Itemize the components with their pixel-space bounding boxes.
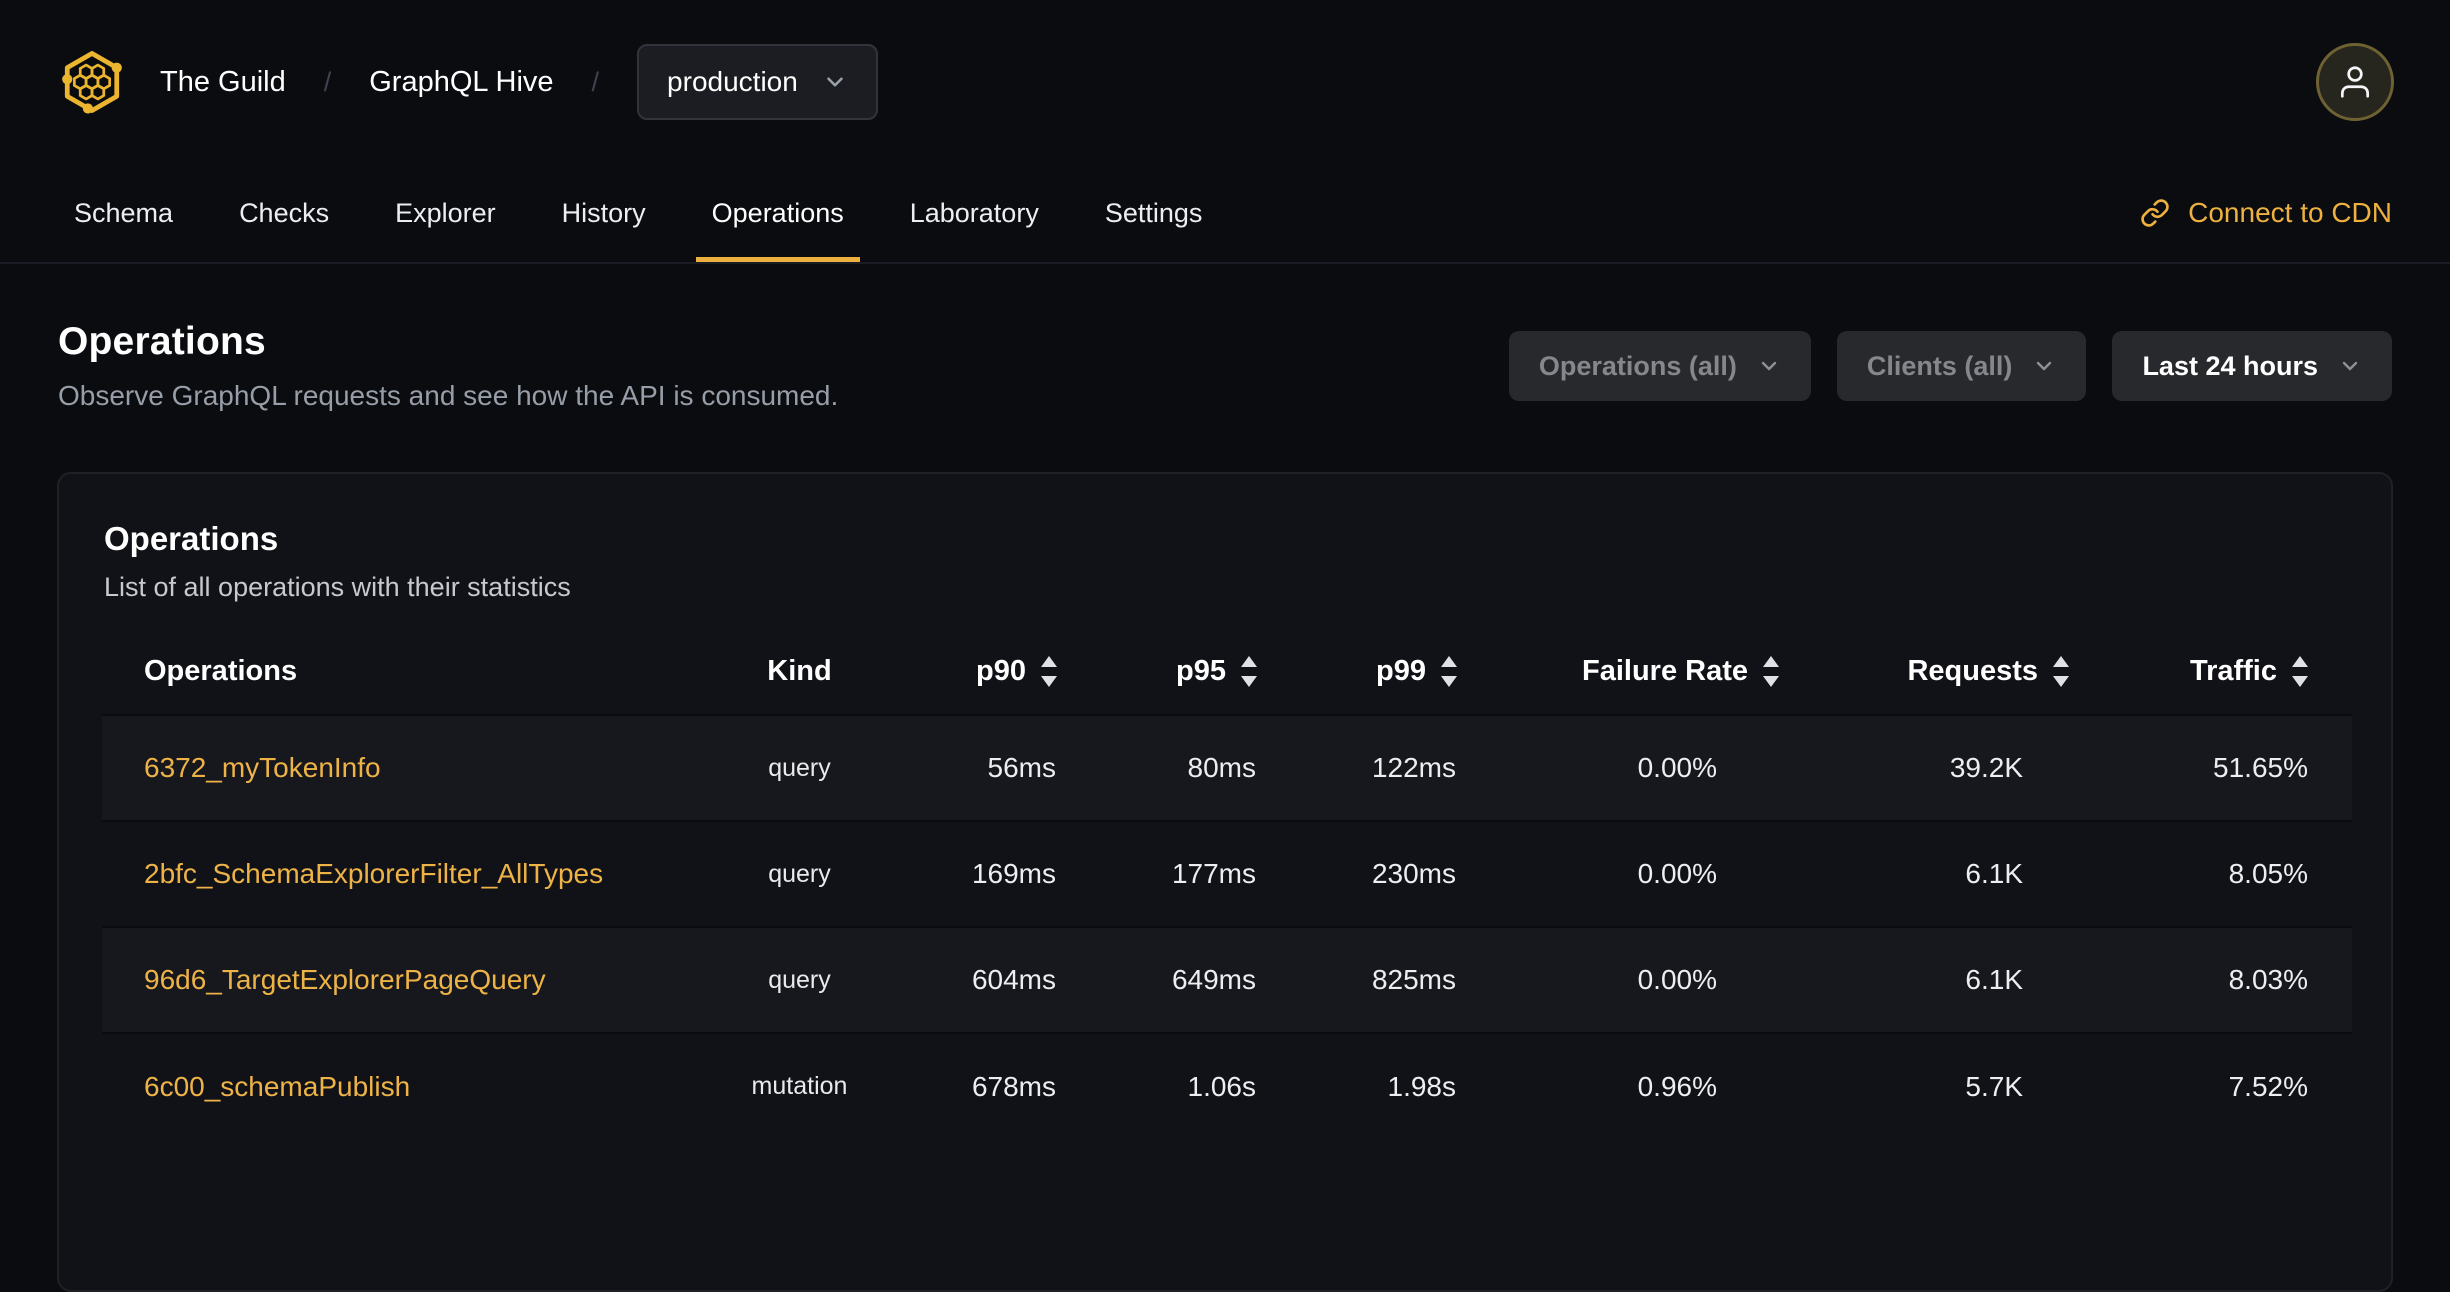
- sort-arrows-icon[interactable]: [2053, 656, 2069, 688]
- col-label: p90: [976, 655, 1026, 688]
- col-label: Traffic: [2189, 655, 2277, 688]
- cell-kind: query: [768, 859, 831, 888]
- clients-filter-label: Clients (all): [1866, 350, 2013, 381]
- cell-p90: 169ms: [971, 858, 1056, 889]
- sort-arrows-icon[interactable]: [1763, 656, 1779, 688]
- chevron-down-icon: [827, 77, 843, 87]
- operation-link[interactable]: 6c00_schemaPublish: [144, 1071, 410, 1102]
- cell-failure-rate: 0.96%: [1637, 1070, 1717, 1102]
- user-icon: [2340, 66, 2370, 98]
- chevron-down-icon: [2342, 361, 2358, 371]
- cell-requests: 6.1K: [1965, 964, 2023, 995]
- cell-requests: 6.1K: [1965, 858, 2023, 889]
- col-header-traffic[interactable]: Traffic: [2069, 629, 2352, 715]
- hive-logo-icon[interactable]: [58, 45, 126, 119]
- tab-operations[interactable]: Operations: [695, 164, 860, 262]
- operations-filter-label: Operations (all): [1538, 350, 1737, 381]
- cell-failure-rate: 0.00%: [1637, 752, 1717, 783]
- cell-failure-rate: 0.00%: [1637, 964, 1717, 995]
- table-row: 6372_myTokenInfo query 56ms 80ms 122ms 0…: [102, 715, 2352, 821]
- cell-p99: 1.98s: [1387, 1070, 1457, 1102]
- filter-bar: Operations (all) Clients (all) Last 24 h…: [1508, 331, 2392, 401]
- table-header-row: Operations Kind p90 p95 p99 Failure Rate…: [102, 629, 2352, 715]
- breadcrumb-separator: /: [323, 66, 332, 97]
- tab-laboratory[interactable]: Laboratory: [894, 164, 1055, 262]
- page-header: Operations Observe GraphQL requests and …: [58, 320, 2392, 412]
- col-label: Requests: [1907, 655, 2038, 688]
- sort-arrows-icon[interactable]: [2292, 656, 2308, 688]
- cell-kind: mutation: [751, 1072, 848, 1100]
- breadcrumb-project[interactable]: GraphQL Hive: [369, 66, 553, 99]
- cell-traffic: 7.52%: [2228, 1070, 2308, 1102]
- col-header-operations: Operations: [144, 655, 298, 687]
- col-header-kind: Kind: [767, 655, 832, 687]
- cell-traffic: 8.05%: [2228, 858, 2308, 889]
- operations-filter-dropdown[interactable]: Operations (all): [1508, 331, 1811, 401]
- operation-link[interactable]: 2bfc_SchemaExplorerFilter_AllTypes: [144, 858, 603, 889]
- main-nav: Schema Checks Explorer History Operation…: [0, 164, 2450, 264]
- cell-p99: 122ms: [1371, 752, 1456, 783]
- cell-p90: 604ms: [971, 964, 1056, 995]
- page-title-block: Operations Observe GraphQL requests and …: [58, 320, 838, 412]
- tab-settings[interactable]: Settings: [1089, 164, 1219, 262]
- period-dropdown[interactable]: Last 24 hours: [2112, 331, 2392, 401]
- col-label: Failure Rate: [1582, 655, 1748, 688]
- col-header-requests[interactable]: Requests: [1779, 629, 2069, 715]
- breadcrumb: The Guild / GraphQL Hive / production: [160, 44, 878, 120]
- operation-link[interactable]: 6372_myTokenInfo: [144, 752, 381, 783]
- card-subtitle: List of all operations with their statis…: [104, 572, 571, 602]
- col-header-p99[interactable]: p99: [1257, 629, 1457, 715]
- tab-explorer[interactable]: Explorer: [379, 164, 512, 262]
- sort-arrows-icon[interactable]: [1441, 656, 1457, 688]
- cell-p95: 1.06s: [1187, 1070, 1257, 1102]
- table-row: 2bfc_SchemaExplorerFilter_AllTypes query…: [102, 821, 2352, 927]
- page-subtitle: Observe GraphQL requests and see how the…: [58, 380, 839, 411]
- col-header-failure-rate[interactable]: Failure Rate: [1457, 629, 1779, 715]
- cell-p95: 649ms: [1171, 964, 1256, 995]
- cell-traffic: 51.65%: [2213, 752, 2308, 783]
- clients-filter-dropdown[interactable]: Clients (all): [1836, 331, 2087, 401]
- connect-cdn-label: Connect to CDN: [2188, 197, 2392, 228]
- cell-p90: 56ms: [987, 752, 1056, 783]
- breadcrumb-separator: /: [591, 66, 600, 97]
- card-title: Operations: [104, 520, 279, 557]
- col-label: p99: [1376, 655, 1426, 688]
- sort-arrows-icon[interactable]: [1041, 656, 1057, 688]
- chevron-down-icon: [2037, 361, 2052, 371]
- user-avatar[interactable]: [2316, 43, 2394, 121]
- col-header-p95[interactable]: p95: [1057, 629, 1257, 715]
- cell-failure-rate: 0.00%: [1637, 858, 1717, 889]
- cell-traffic: 8.03%: [2228, 964, 2308, 995]
- cell-kind: query: [768, 965, 831, 994]
- cell-requests: 39.2K: [1949, 752, 2023, 783]
- cell-p90: 678ms: [971, 1070, 1056, 1102]
- breadcrumb-org[interactable]: The Guild: [160, 66, 286, 99]
- connect-cdn-link[interactable]: Connect to CDN: [2140, 164, 2392, 262]
- cell-p99: 825ms: [1371, 964, 1456, 995]
- target-selector-value: production: [667, 66, 798, 97]
- top-header: The Guild / GraphQL Hive / production: [0, 0, 2450, 164]
- period-label: Last 24 hours: [2142, 350, 2318, 381]
- cell-p95: 80ms: [1187, 752, 1256, 783]
- cell-p99: 230ms: [1371, 858, 1456, 889]
- sort-arrows-icon[interactable]: [1241, 656, 1257, 688]
- tab-schema[interactable]: Schema: [58, 164, 189, 262]
- cell-requests: 5.7K: [1965, 1070, 2023, 1102]
- cell-kind: query: [768, 753, 831, 782]
- operations-table: Operations Kind p90 p95 p99 Failure Rate…: [102, 629, 2352, 1139]
- table-row: 96d6_TargetExplorerPageQuery query 604ms…: [102, 927, 2352, 1033]
- operations-card: Operations List of all operations with t…: [57, 472, 2393, 1292]
- col-label: p95: [1176, 655, 1226, 688]
- chevron-down-icon: [1761, 361, 1777, 371]
- operation-link[interactable]: 96d6_TargetExplorerPageQuery: [144, 964, 546, 995]
- col-header-p90[interactable]: p90: [897, 629, 1057, 715]
- cell-p95: 177ms: [1171, 858, 1256, 889]
- table-row: 6c00_schemaPublish mutation 678ms 1.06s …: [102, 1033, 2352, 1139]
- page-title: Operations: [58, 320, 266, 363]
- tab-history[interactable]: History: [546, 164, 662, 262]
- target-selector[interactable]: production: [637, 44, 878, 120]
- tab-checks[interactable]: Checks: [223, 164, 345, 262]
- link-icon: [2141, 199, 2169, 227]
